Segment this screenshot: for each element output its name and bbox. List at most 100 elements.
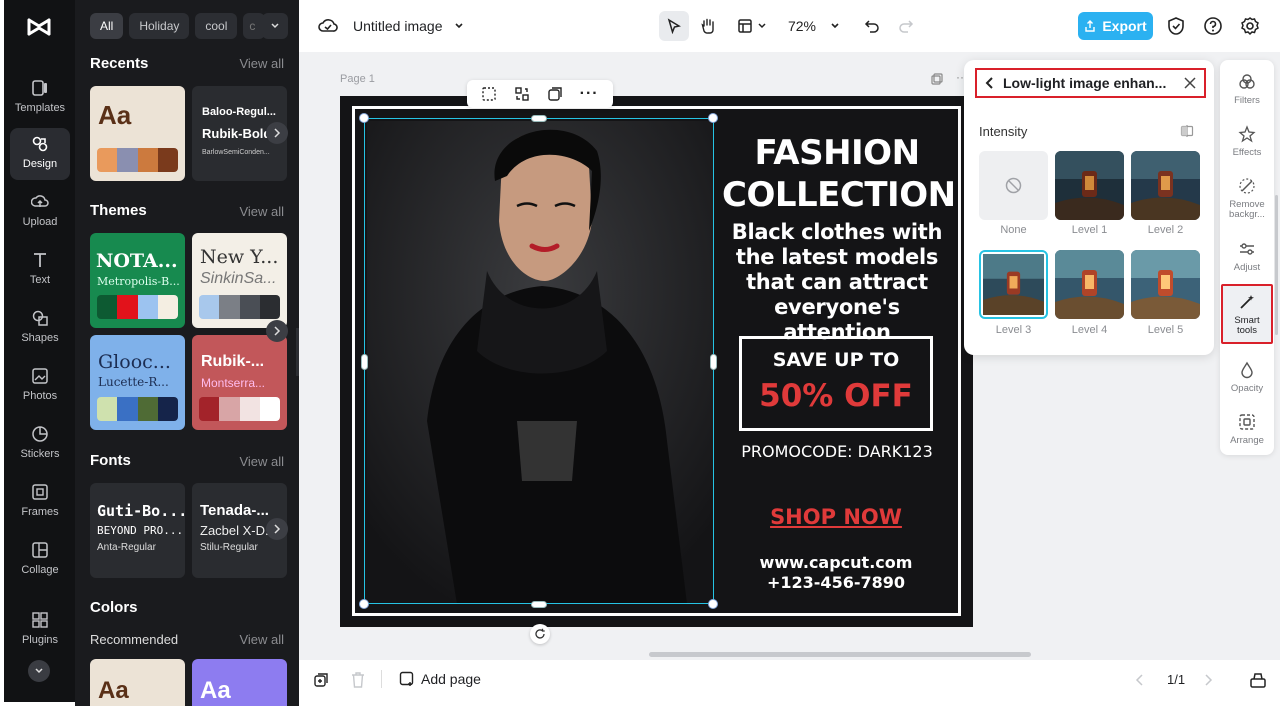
resize-handle-nw[interactable] — [359, 113, 369, 123]
rail-item-shapes[interactable]: Shapes — [10, 302, 70, 354]
chips-dropdown-button[interactable] — [262, 13, 288, 39]
rail-item-collage[interactable]: Collage — [10, 534, 70, 586]
select-tool-button[interactable] — [659, 11, 689, 41]
rail-item-text[interactable]: Text — [10, 244, 70, 296]
capcut-logo-icon[interactable] — [26, 14, 52, 40]
templates-icon — [30, 78, 50, 98]
font-card-1[interactable]: Guti-Bo... BEYOND PRO... Anta-Regular — [90, 483, 185, 578]
tool-arrange[interactable]: Arrange — [1220, 412, 1274, 446]
resize-handle-n[interactable] — [531, 115, 547, 122]
previous-page-icon[interactable] — [1135, 673, 1145, 687]
fonts-scroll-right-button[interactable] — [266, 518, 288, 540]
cloud-save-icon[interactable] — [318, 17, 338, 35]
compare-icon[interactable] — [1180, 124, 1194, 138]
resize-handle-s[interactable] — [531, 601, 547, 608]
level-label: Level 2 — [1147, 224, 1184, 236]
resize-handle-e[interactable] — [710, 354, 717, 370]
add-element-icon[interactable] — [313, 672, 329, 688]
level-4-option[interactable] — [1055, 250, 1124, 319]
trash-icon[interactable] — [351, 672, 365, 688]
recent-card-1[interactable]: Aa — [90, 86, 185, 181]
back-arrow-icon[interactable] — [985, 76, 995, 90]
zoom-control[interactable]: 72% — [783, 11, 845, 41]
themes-view-all[interactable]: View all — [239, 204, 284, 219]
recents-scroll-right-button[interactable] — [266, 122, 288, 144]
level-5-option[interactable] — [1131, 250, 1200, 319]
tool-label: Arrange — [1230, 435, 1264, 446]
tool-opacity[interactable]: Opacity — [1220, 360, 1274, 394]
horizontal-scrollbar[interactable] — [649, 652, 1031, 657]
tool-label: Remove backgr... — [1229, 199, 1265, 220]
theme-card-4[interactable]: Rubik-... Montserra... — [192, 335, 287, 430]
resize-handle-se[interactable] — [708, 599, 718, 609]
redo-button[interactable] — [893, 11, 919, 41]
color-card-2[interactable]: Aa — [192, 659, 287, 706]
vertical-scrollbar[interactable] — [1275, 195, 1278, 335]
save-text[interactable]: SAVE UP TO — [739, 349, 933, 371]
replace-icon[interactable] — [514, 86, 530, 102]
subline-text[interactable]: Black clothes with the latest models tha… — [720, 220, 954, 345]
shield-icon[interactable] — [1167, 16, 1185, 36]
chip-cool[interactable]: cool — [195, 13, 238, 39]
rail-item-templates[interactable]: Templates — [10, 72, 70, 124]
tool-filters[interactable]: Filters — [1220, 72, 1274, 106]
document-title[interactable]: Untitled image — [353, 18, 443, 34]
resize-handle-sw[interactable] — [359, 599, 369, 609]
undo-button[interactable] — [859, 11, 885, 41]
gear-icon[interactable] — [1240, 16, 1260, 36]
app-root: Templates Design Upload Text Shapes Phot… — [0, 0, 1280, 706]
discount-text[interactable]: 50% OFF — [739, 378, 933, 414]
rail-label: Shapes — [21, 332, 59, 344]
level-label: Level 5 — [1147, 324, 1184, 336]
level-1-option[interactable] — [1055, 151, 1124, 220]
next-page-icon[interactable] — [1203, 673, 1213, 687]
export-button[interactable]: Export — [1078, 12, 1153, 40]
fonts-view-all[interactable]: View all — [239, 454, 284, 469]
chip-all[interactable]: All — [90, 13, 124, 39]
level-3-option[interactable] — [979, 250, 1048, 319]
tool-effects[interactable]: Effects — [1220, 124, 1274, 158]
undo-icon — [864, 20, 879, 33]
hand-tool-button[interactable] — [693, 11, 723, 41]
rail-item-design[interactable]: Design — [10, 128, 70, 180]
rail-item-frames[interactable]: Frames — [10, 476, 70, 528]
color-card-1[interactable]: Aa — [90, 659, 185, 706]
rail-more-button[interactable] — [28, 660, 50, 682]
design-page[interactable]: FASHION COLLECTION Black clothes with th… — [340, 96, 973, 627]
duplicate-icon[interactable] — [547, 86, 563, 102]
chip-holiday[interactable]: Holiday — [129, 13, 190, 39]
resize-handle-w[interactable] — [361, 354, 368, 370]
rail-item-photos[interactable]: Photos — [10, 360, 70, 412]
colors-view-all[interactable]: View all — [239, 632, 284, 647]
more-options-icon[interactable]: ··· — [580, 85, 599, 103]
promocode-text[interactable]: PROMOCODE: DARK123 — [730, 442, 944, 461]
chevron-down-icon[interactable] — [454, 21, 464, 31]
recents-view-all[interactable]: View all — [239, 56, 284, 71]
smart-tools-icon — [1237, 292, 1257, 312]
resize-handle-ne[interactable] — [708, 113, 718, 123]
contact-text[interactable]: www.capcut.com +123-456-7890 — [740, 553, 932, 593]
tool-remove-background[interactable]: Remove backgr... — [1220, 176, 1274, 220]
rail-item-upload[interactable]: Upload — [10, 186, 70, 238]
help-icon[interactable] — [1203, 16, 1223, 36]
themes-scroll-right-button[interactable] — [266, 320, 288, 342]
headline-text[interactable]: FASHION COLLECTION — [722, 132, 956, 216]
rail-item-plugins[interactable]: Plugins — [10, 604, 70, 656]
rotate-handle[interactable] — [530, 624, 550, 644]
level-2-option[interactable] — [1131, 151, 1200, 220]
theme-card-3[interactable]: Glooc... Lucette-R... — [90, 335, 185, 430]
crop-select-icon[interactable] — [481, 86, 497, 102]
tool-smart-tools[interactable]: Smart tools — [1221, 284, 1273, 344]
tool-adjust[interactable]: Adjust — [1220, 239, 1274, 273]
level-none-option[interactable] — [979, 151, 1048, 220]
rail-item-stickers[interactable]: Stickers — [10, 418, 70, 470]
plugins-icon — [30, 610, 50, 630]
shop-now-text[interactable]: SHOP NOW — [760, 505, 912, 529]
theme-card-1[interactable]: NOTA... Metropolis-B... — [90, 233, 185, 328]
pages-panel-icon[interactable] — [1249, 671, 1267, 689]
theme-card-2[interactable]: New Y... SinkinSa... — [192, 233, 287, 328]
layout-tool-button[interactable] — [733, 11, 771, 41]
duplicate-page-icon[interactable] — [931, 73, 943, 85]
add-page-button[interactable]: Add page — [399, 671, 481, 687]
close-icon[interactable] — [1184, 77, 1196, 89]
